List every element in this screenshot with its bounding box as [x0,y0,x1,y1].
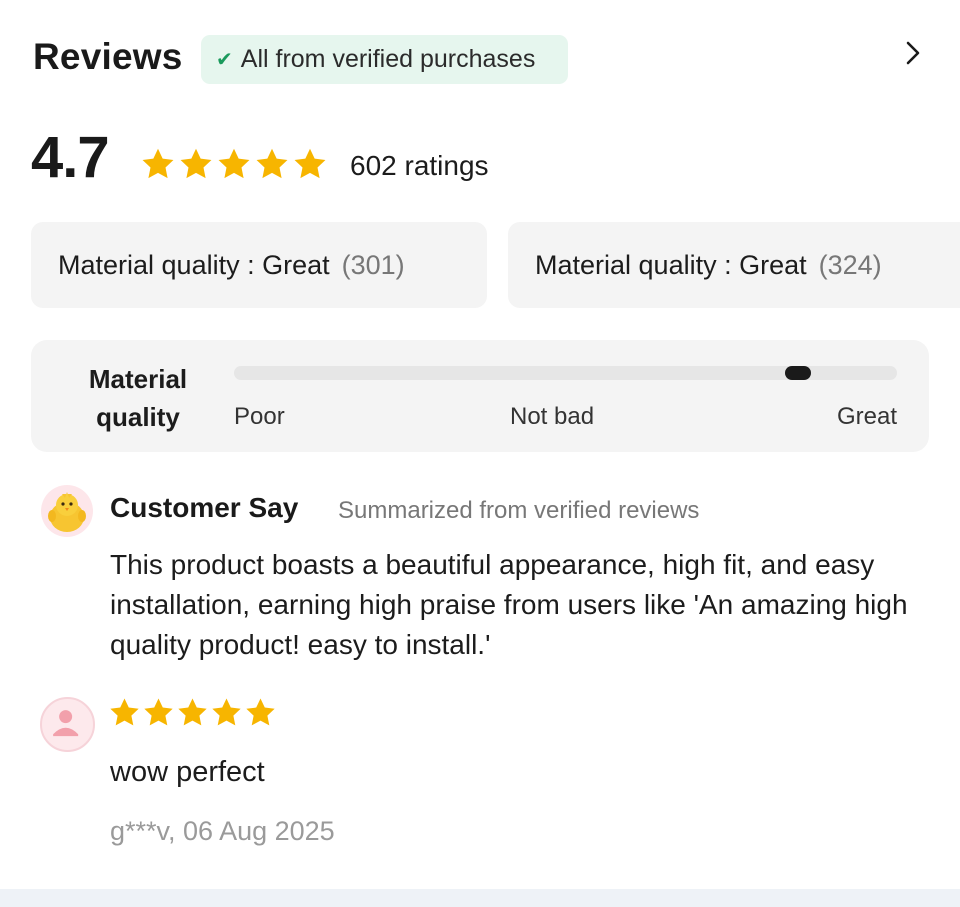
average-rating: 4.7 [31,125,110,190]
star-icon [256,148,288,179]
star-icon [246,698,275,726]
tag-chip[interactable]: Material quality : Great (324) [508,222,960,308]
reviews-title: Reviews [33,36,183,77]
customer-say-subtitle: Summarized from verified reviews [338,497,700,524]
star-icon [212,698,241,726]
review-meta: g***v, 06 Aug 2025 [110,816,335,846]
review-stars [108,696,277,729]
reviewer-avatar [40,697,95,752]
scale-indicator [784,366,811,380]
star-icon [218,148,250,179]
chevron-right-icon[interactable] [898,38,928,68]
reviews-section: Reviews ✔ All from verified purchases 4.… [0,0,960,907]
scale-label: Material quality [88,364,188,432]
star-icon [144,698,173,726]
average-rating-stars [140,146,328,182]
customer-say-title: Customer Say [110,492,299,523]
scale-tick-great: Great [836,403,897,430]
star-icon [142,148,174,179]
ratings-count: 602 ratings [350,150,489,181]
customer-say-summary: This product boasts a beautiful appearan… [110,549,908,660]
star-icon [110,698,139,726]
tag-count: (324) [818,249,882,280]
tag-label: Material quality : Great [535,249,807,280]
check-icon: ✔ [216,49,233,71]
tag-chip[interactable]: Material quality : Great (301) [31,222,487,308]
star-icon [180,148,212,179]
verified-purchases-badge: ✔ All from verified purchases [201,35,568,84]
star-icon [294,148,326,179]
chick-avatar-icon [41,485,93,537]
scale-tick-not-bad: Not bad [510,403,595,430]
tag-count: (301) [341,249,405,280]
star-icon [178,698,207,726]
scale-tick-poor: Poor [234,403,285,430]
tag-label: Material quality : Great [58,249,330,280]
verified-badge-label: All from verified purchases [240,45,536,73]
review-text: wow perfect [110,756,265,788]
user-icon [53,710,79,737]
section-divider [0,889,960,907]
material-quality-scale: Material quality Poor Not bad Great [31,340,929,452]
